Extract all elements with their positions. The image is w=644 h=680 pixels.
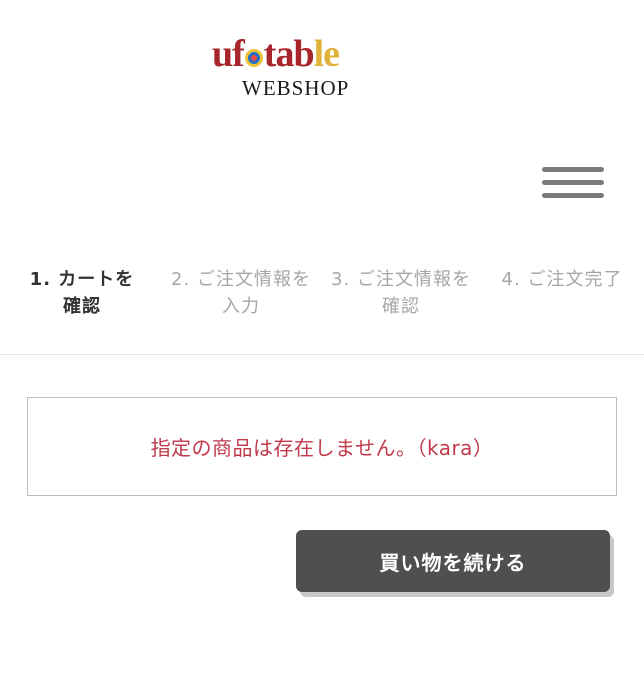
step-label-line2: 確認: [63, 296, 101, 317]
step-3: 3. ご注文情報を 確認: [325, 266, 477, 320]
step-label-line1: 4. ご注文完了: [501, 269, 623, 290]
logo-subtitle: WEBSHOP: [242, 76, 350, 100]
steps-divider: [0, 354, 644, 355]
step-1: 1. カートを 確認: [22, 266, 142, 320]
checkout-steps: 1. カートを 確認 2. ご注文情報を 入力 3. ご注文情報を 確認 4. …: [0, 266, 644, 336]
step-label-line2: 入力: [222, 296, 260, 317]
continue-shopping-label: 買い物を続ける: [379, 550, 527, 575]
step-label-line1: 2. ご注文情報を: [171, 269, 311, 290]
hamburger-menu-icon[interactable]: [542, 167, 604, 201]
step-label-line1: 3. ご注文情報を: [331, 269, 471, 290]
step-4: 4. ご注文完了: [492, 266, 632, 293]
error-message: 指定の商品は存在しません。（kara）: [150, 436, 494, 460]
logo-wordmark: uf tab le: [212, 33, 340, 75]
step-2: 2. ご注文情報を 入力: [165, 266, 317, 320]
error-message-box: 指定の商品は存在しません。（kara）: [27, 397, 617, 496]
continue-shopping-button[interactable]: 買い物を続ける: [296, 530, 610, 592]
step-label-line2: 確認: [382, 296, 420, 317]
logo-target-icon: [244, 49, 263, 67]
site-logo[interactable]: uf tab le WEBSHOP: [212, 33, 412, 102]
step-label-line1: 1. カートを: [29, 269, 135, 290]
